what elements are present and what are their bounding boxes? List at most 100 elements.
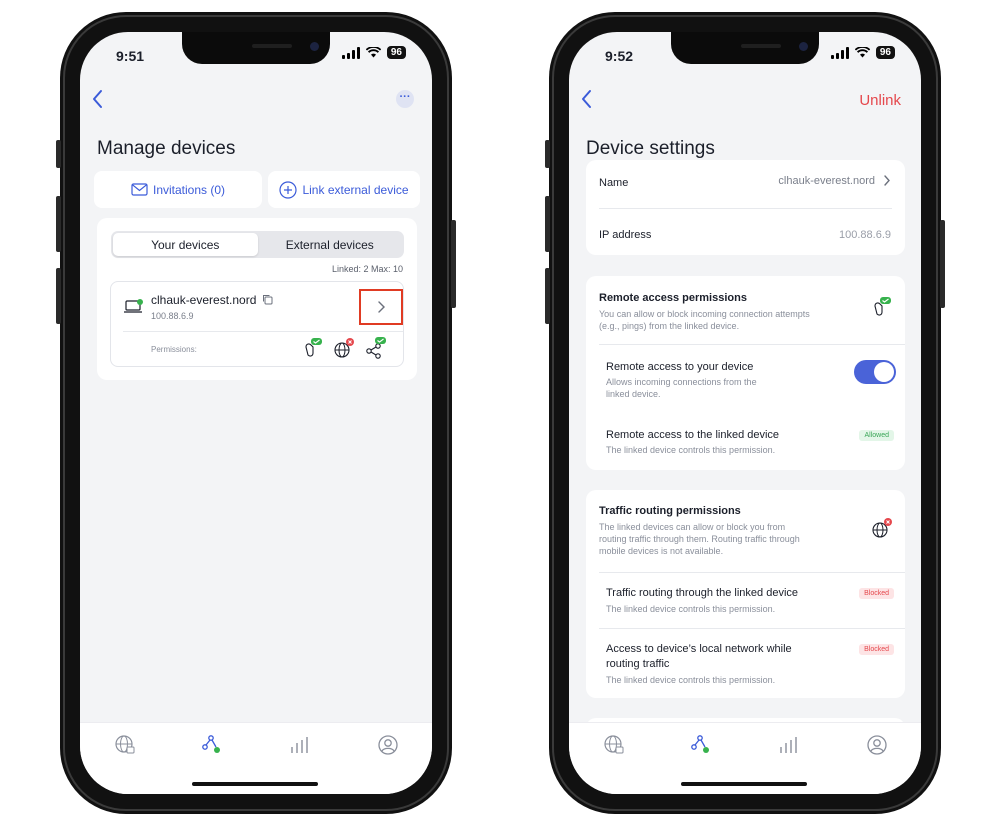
invitations-button[interactable]: Invitations (0) <box>94 171 262 208</box>
profile-icon <box>378 735 398 755</box>
device-details-button[interactable] <box>359 289 403 325</box>
laptop-icon <box>124 299 143 313</box>
divider <box>599 628 905 629</box>
tab-your-devices[interactable]: Your devices <box>113 233 258 256</box>
device-info-card: Name clhauk-everest.nord IP address 100.… <box>586 160 905 255</box>
device-ip: 100.88.6.9 <box>151 311 194 321</box>
chevron-right-icon <box>884 175 890 186</box>
home-indicator[interactable] <box>681 782 807 786</box>
remote-access-linked-device-desc: The linked device controls this permissi… <box>606 445 776 455</box>
battery-indicator: 96 <box>875 46 895 59</box>
remote-access-toggle[interactable] <box>854 360 896 384</box>
traffic-routing-desc-3: mobile devices is not available. <box>599 546 724 556</box>
name-value: clhauk-everest.nord <box>778 174 875 187</box>
remote-access-title: Remote access permissions <box>599 292 747 304</box>
envelope-icon <box>131 183 148 196</box>
tab-stats[interactable] <box>288 733 312 757</box>
share-allowed-icon <box>366 337 386 359</box>
mute-switch <box>56 140 61 168</box>
permissions-label: Permissions: <box>151 345 197 354</box>
remote-access-your-device-desc-1: Allows incoming connections from the <box>606 377 757 387</box>
profile-icon <box>867 735 887 755</box>
status-icons: 96 <box>830 46 895 59</box>
traffic-routing-blocked-icon <box>334 338 354 358</box>
remote-access-your-device-title: Remote access to your device <box>606 361 754 373</box>
remote-access-allowed-icon <box>305 338 322 357</box>
device-tabs: Your devices External devices <box>111 231 404 258</box>
tab-profile[interactable] <box>376 733 400 757</box>
status-badge: Blocked <box>859 588 894 599</box>
globe-lock-icon <box>115 735 135 754</box>
tab-vpn[interactable] <box>602 733 626 757</box>
back-button[interactable] <box>90 88 104 117</box>
mute-switch <box>545 140 550 168</box>
divider <box>123 331 403 332</box>
volume-down-button <box>56 268 61 324</box>
traffic-routing-card: Traffic routing permissions The linked d… <box>586 490 905 698</box>
page-title: Device settings <box>586 138 715 159</box>
traffic-routing-linked-title: Traffic routing through the linked devic… <box>606 587 799 599</box>
device-name-text: clhauk-everest.nord <box>151 293 257 307</box>
device-name: clhauk-everest.nord <box>151 293 273 307</box>
globe-lock-icon <box>604 735 624 754</box>
divider <box>599 344 905 345</box>
local-network-access-title-2: routing traffic <box>606 658 670 670</box>
traffic-routing-linked-desc: The linked device controls this permissi… <box>606 604 776 614</box>
traffic-routing-title: Traffic routing permissions <box>599 505 741 517</box>
remote-access-linked-device-title: Remote access to the linked device <box>606 429 780 441</box>
remote-access-desc-1: You can allow or block incoming connecti… <box>599 309 810 319</box>
chevron-right-icon <box>377 301 385 313</box>
back-button[interactable] <box>579 88 593 117</box>
meshnet-icon <box>691 735 709 753</box>
meshnet-icon <box>202 735 220 753</box>
status-badge: Allowed <box>859 430 894 441</box>
tab-meshnet[interactable] <box>689 733 713 757</box>
remote-access-desc-2: (e.g., pings) from the linked device. <box>599 321 740 331</box>
name-label: Name <box>599 177 629 189</box>
screen-device-settings: 9:52 96 Unlink Device settings Name clha… <box>569 32 921 794</box>
name-row[interactable]: clhauk-everest.nord <box>778 174 891 187</box>
plus-circle-icon <box>279 180 298 199</box>
page-title: Manage devices <box>97 138 236 159</box>
home-indicator[interactable] <box>192 782 318 786</box>
linked-count: Linked: 2 Max: 10 <box>331 264 403 274</box>
bar-chart-icon <box>780 737 797 753</box>
screen-manage-devices: 9:51 96 ··· Manage devices Invitations (… <box>80 32 432 794</box>
status-time: 9:51 <box>116 48 145 64</box>
signal-icon <box>341 46 360 59</box>
remote-access-icon <box>874 297 891 316</box>
remote-access-card: Remote access permissions You can allow … <box>586 276 905 470</box>
volume-down-button <box>545 268 550 324</box>
dynamic-island <box>182 32 330 64</box>
chevron-left-icon <box>93 90 102 108</box>
local-network-access-desc: The linked device controls this permissi… <box>606 675 776 685</box>
unlink-button[interactable]: Unlink <box>859 92 901 109</box>
copy-icon[interactable] <box>262 294 273 305</box>
status-badge: Blocked <box>859 644 894 655</box>
tab-profile[interactable] <box>865 733 889 757</box>
bar-chart-icon <box>291 737 308 753</box>
power-button <box>940 220 945 308</box>
tab-stats[interactable] <box>777 733 801 757</box>
tab-meshnet[interactable] <box>200 733 224 757</box>
device-list-item[interactable]: clhauk-everest.nord 100.88.6.9 Permissio… <box>110 281 404 367</box>
chevron-left-icon <box>582 90 591 108</box>
dynamic-island <box>671 32 819 64</box>
devices-card: Your devices External devices Linked: 2 … <box>97 218 417 380</box>
more-options-button[interactable]: ··· <box>396 90 414 108</box>
tab-external-devices[interactable]: External devices <box>258 233 403 256</box>
ip-address-label: IP address <box>599 229 652 241</box>
power-button <box>451 220 456 308</box>
wifi-icon <box>854 47 870 58</box>
ip-address-value: 100.88.6.9 <box>839 229 891 241</box>
status-time: 9:52 <box>605 48 634 64</box>
volume-up-button <box>545 196 550 252</box>
tab-vpn[interactable] <box>113 733 137 757</box>
traffic-routing-desc-1: The linked devices can allow or block yo… <box>599 522 786 532</box>
link-external-device-button[interactable]: Link external device <box>268 171 420 208</box>
wifi-icon <box>365 47 381 58</box>
traffic-routing-desc-2: routing traffic through them. Routing tr… <box>599 534 800 544</box>
signal-icon <box>830 46 849 59</box>
link-external-label: Link external device <box>302 182 409 197</box>
remote-access-your-device-desc-2: linked device. <box>606 389 661 399</box>
